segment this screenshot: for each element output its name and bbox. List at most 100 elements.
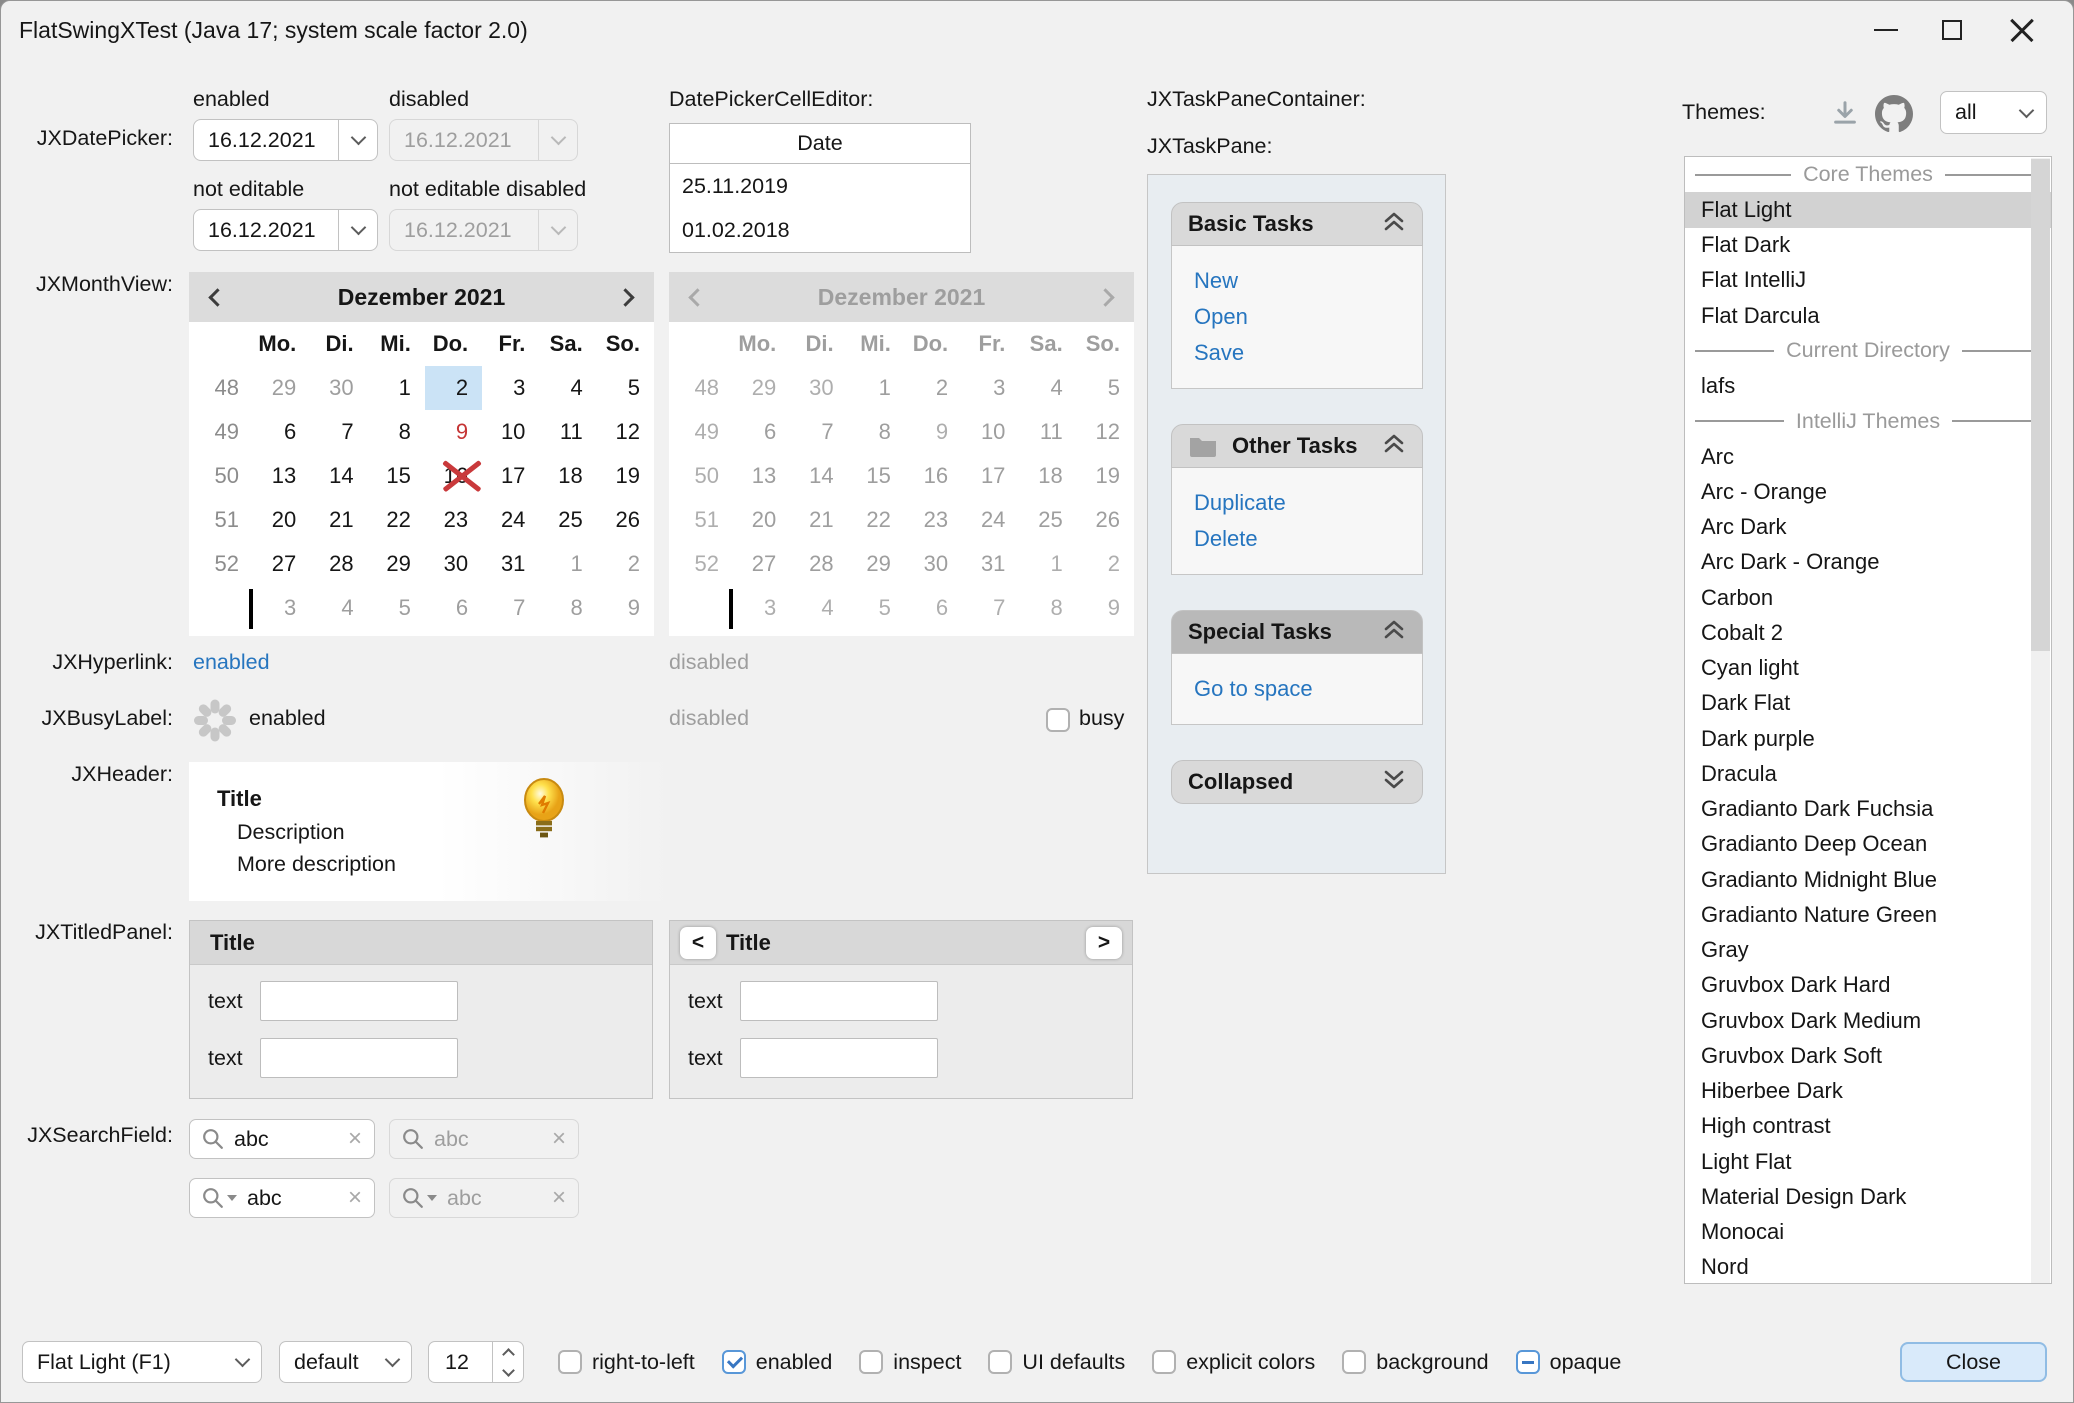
scrollbar-thumb[interactable] xyxy=(2031,159,2050,651)
close-window-button[interactable] xyxy=(1989,1,2055,59)
next-month-icon[interactable] xyxy=(616,288,634,306)
github-icon[interactable] xyxy=(1873,93,1915,135)
calendar-day-cell[interactable]: 18 xyxy=(539,454,596,498)
calendar-day-cell[interactable]: 4 xyxy=(539,366,596,410)
task-link-delete[interactable]: Delete xyxy=(1194,521,1422,557)
calendar-day-cell[interactable]: 7 xyxy=(310,410,367,454)
theme-item-gradianto-midnight-blue[interactable]: Gradianto Midnight Blue xyxy=(1685,862,2051,897)
calendar-day-cell[interactable]: 19 xyxy=(597,454,654,498)
calendar-day-cell[interactable]: 23 xyxy=(425,498,482,542)
calendar-day-cell[interactable]: 25 xyxy=(539,498,596,542)
titled-panel-left-button[interactable]: < xyxy=(680,927,716,959)
calendar-day-cell[interactable]: 6 xyxy=(253,410,310,454)
download-icon[interactable] xyxy=(1827,96,1863,132)
calendar-day-cell[interactable]: 29 xyxy=(368,542,425,586)
date-picker-not-editable[interactable]: 16.12.2021 xyxy=(193,209,378,251)
theme-item-gray[interactable]: Gray xyxy=(1685,933,2051,968)
close-button[interactable]: Close xyxy=(1900,1342,2047,1382)
search-field[interactable]: abc× xyxy=(189,1119,375,1159)
calendar-day-cell[interactable]: 16 xyxy=(425,454,482,498)
theme-item-arc-dark[interactable]: Arc Dark xyxy=(1685,510,2051,545)
table-row[interactable]: 25.11.2019 xyxy=(670,164,970,208)
calendar-day-cell[interactable]: 27 xyxy=(253,542,310,586)
prev-month-icon[interactable] xyxy=(208,288,226,306)
scrollbar-track[interactable] xyxy=(2031,158,2050,1284)
calendar-day-cell[interactable]: 9 xyxy=(425,410,482,454)
calendar-day-cell[interactable]: 24 xyxy=(482,498,539,542)
calendar-day-cell[interactable]: 13 xyxy=(253,454,310,498)
calendar-day-cell[interactable]: 20 xyxy=(253,498,310,542)
theme-item-dark-flat[interactable]: Dark Flat xyxy=(1685,686,2051,721)
calendar-day-cell[interactable]: 26 xyxy=(597,498,654,542)
theme-item-gradianto-deep-ocean[interactable]: Gradianto Deep Ocean xyxy=(1685,827,2051,862)
text-input[interactable] xyxy=(740,981,938,1021)
date-picker-dropdown-button[interactable] xyxy=(339,120,377,160)
theme-item-light-flat[interactable]: Light Flat xyxy=(1685,1144,2051,1179)
theme-item-flat-intellij[interactable]: Flat IntelliJ xyxy=(1685,263,2051,298)
calendar-day-cell[interactable]: 8 xyxy=(539,586,596,630)
theme-item-cyan-light[interactable]: Cyan light xyxy=(1685,651,2051,686)
calendar-day-cell[interactable]: 21 xyxy=(310,498,367,542)
theme-item-gradianto-nature-green[interactable]: Gradianto Nature Green xyxy=(1685,897,2051,932)
clear-search-icon[interactable]: × xyxy=(348,1186,374,1210)
checkbox-box[interactable] xyxy=(1152,1350,1176,1374)
checkbox-background[interactable]: background xyxy=(1342,1350,1488,1375)
text-input[interactable] xyxy=(740,1038,938,1078)
calendar-day-cell[interactable]: 5 xyxy=(368,586,425,630)
theme-item-flat-light[interactable]: Flat Light xyxy=(1685,192,2051,227)
theme-item-arc-orange[interactable]: Arc - Orange xyxy=(1685,474,2051,509)
themes-filter-combo[interactable]: all xyxy=(1940,91,2047,134)
task-link-new[interactable]: New xyxy=(1194,263,1422,299)
checkbox-opaque[interactable]: opaque xyxy=(1516,1350,1622,1375)
theme-item-gruvbox-dark-hard[interactable]: Gruvbox Dark Hard xyxy=(1685,968,2051,1003)
theme-item-carbon[interactable]: Carbon xyxy=(1685,580,2051,615)
task-pane-header[interactable]: Other Tasks xyxy=(1171,424,1423,468)
calendar-day-cell[interactable]: 15 xyxy=(368,454,425,498)
calendar-day-cell[interactable]: 3 xyxy=(253,586,310,630)
calendar-day-cell[interactable]: 8 xyxy=(368,410,425,454)
task-pane-header[interactable]: Collapsed xyxy=(1171,760,1423,804)
calendar-day-cell[interactable]: 2 xyxy=(425,366,482,410)
theme-item-nord[interactable]: Nord xyxy=(1685,1250,2051,1284)
theme-item-lafs[interactable]: lafs xyxy=(1685,369,2051,404)
calendar-day-cell[interactable]: 28 xyxy=(310,542,367,586)
text-input[interactable] xyxy=(260,981,458,1021)
calendar-day-cell[interactable]: 30 xyxy=(310,366,367,410)
hyperlink-enabled[interactable]: enabled xyxy=(193,650,270,675)
checkbox-ui-defaults[interactable]: UI defaults xyxy=(988,1350,1125,1375)
theme-item-monocai[interactable]: Monocai xyxy=(1685,1215,2051,1250)
search-field[interactable]: abc× xyxy=(189,1178,375,1218)
search-dropdown-icon[interactable] xyxy=(190,1187,237,1209)
theme-item-gruvbox-dark-medium[interactable]: Gruvbox Dark Medium xyxy=(1685,1003,2051,1038)
search-icon[interactable] xyxy=(190,1128,224,1150)
checkbox-box[interactable] xyxy=(1516,1350,1540,1374)
calendar-day-cell[interactable]: 1 xyxy=(368,366,425,410)
calendar-day-cell[interactable]: 9 xyxy=(597,586,654,630)
scale-combo[interactable]: default xyxy=(279,1341,412,1383)
busy-checkbox[interactable] xyxy=(1046,708,1070,732)
calendar-day-cell[interactable]: 14 xyxy=(310,454,367,498)
table-row[interactable]: 01.02.2018 xyxy=(670,208,970,252)
task-pane-header[interactable]: Basic Tasks xyxy=(1171,202,1423,246)
calendar-day-cell[interactable]: 3 xyxy=(482,366,539,410)
calendar-day-cell[interactable]: 4 xyxy=(310,586,367,630)
calendar-day-cell[interactable]: 12 xyxy=(597,410,654,454)
calendar-day-cell[interactable]: 10 xyxy=(482,410,539,454)
calendar-day-cell[interactable]: 1 xyxy=(539,542,596,586)
theme-item-cobalt-2[interactable]: Cobalt 2 xyxy=(1685,615,2051,650)
clear-search-icon[interactable]: × xyxy=(348,1127,374,1151)
theme-item-arc[interactable]: Arc xyxy=(1685,439,2051,474)
calendar-day-cell[interactable]: 29 xyxy=(253,366,310,410)
checkbox-box[interactable] xyxy=(1342,1350,1366,1374)
calendar-day-cell[interactable]: 17 xyxy=(482,454,539,498)
spinner-arrows[interactable] xyxy=(493,1342,523,1382)
checkbox-inspect[interactable]: inspect xyxy=(859,1350,961,1375)
laf-combo[interactable]: Flat Light (F1) xyxy=(22,1341,262,1383)
maximize-button[interactable] xyxy=(1919,1,1985,59)
task-link-open[interactable]: Open xyxy=(1194,299,1422,335)
date-picker-dropdown-button[interactable] xyxy=(339,210,377,250)
checkbox-explicit-colors[interactable]: explicit colors xyxy=(1152,1350,1315,1375)
theme-item-dracula[interactable]: Dracula xyxy=(1685,756,2051,791)
task-link-go-to-space[interactable]: Go to space xyxy=(1194,671,1422,707)
calendar-day-cell[interactable]: 22 xyxy=(368,498,425,542)
